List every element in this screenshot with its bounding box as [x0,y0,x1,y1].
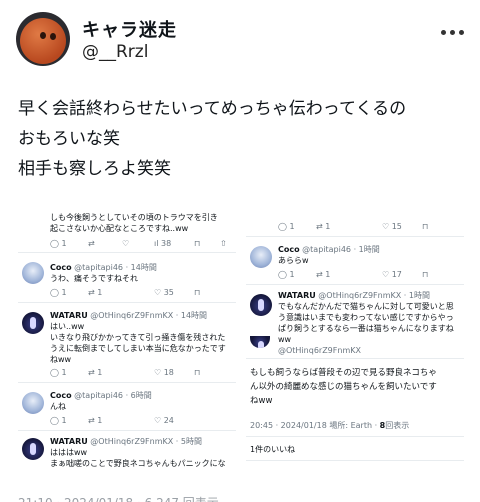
more-options-icon[interactable] [441,20,469,35]
reply-text: あららw [278,256,309,265]
retweet-icon: ⇄ [88,239,95,248]
bookmark-icon: ⊓ [194,368,201,377]
stats-icon: ıl [154,239,159,248]
tweet-header: Coco @tapitapi46 · 14時間 [50,263,157,272]
reply-text: ww [278,335,292,344]
like-icon: ♡ [382,270,390,279]
tweet-header: WATARU @OtHinq6rZ9FnmKX · 1時間 [278,291,430,300]
bookmark-icon: ⊓ [422,270,429,279]
like-icon: ♡ [154,288,162,297]
retweet-icon: ⇄ [316,270,323,279]
like-icon: ♡ [122,239,130,248]
view-count: ıl 38 [154,239,172,248]
retweet-icon: ⇄ [88,288,95,297]
bookmark-icon: ⊓ [194,239,201,248]
reply-count: ◯ 1 [50,239,67,248]
reply-text: はははww [50,448,88,457]
post-line: 相手も察しろよ笑笑 [18,159,171,179]
reply-text: いきなり飛びかかってきて引っ掻き傷を残された [50,333,226,342]
main-tweet-text: もしも飼うならば普段その辺で見る野良ネコちゃ [250,368,437,378]
reply-text: うえに転倒までしてしまい本当に危なかったです [50,344,226,353]
retweet-icon: ⇄ [88,368,95,377]
reply-text: 起こさないか心配なところですね..ww [50,224,189,233]
avatar[interactable] [22,438,44,460]
tweet-header: WATARU @OtHinq6rZ9FnmKX · 14時間 [50,311,208,320]
main-tweet-text: ん以外の綺麗めな感じの猫ちゃんを飼いたいです [250,382,437,392]
display-name[interactable]: キャラ迷走 [82,16,177,42]
reply-text: しも今後飼うとしていその頃のトラウマを引き [50,213,218,222]
tweet-header: WATARU @OtHinq6rZ9FnmKX · 5時間 [50,437,202,446]
reply-icon: ◯ [50,368,59,377]
reply-text: まぁ咄嗟のことで野良ネコちゃんもパニックにな [50,459,226,468]
reply-icon: ◯ [50,239,59,248]
share-icon: ⇧ [220,239,227,248]
reply-text: ぱり飼うとするなら一番は猫ちゃんになりますね [278,324,454,333]
avatar[interactable] [250,246,272,268]
reply-text: うわ、痛そうですねそれ [50,274,138,283]
avatar[interactable] [22,262,44,284]
reply-handle: @OtHinq6rZ9FnmKX [278,346,361,355]
tweet-meta: 20:45 · 2024/01/18 場所: Earth · 8回表示 [250,421,410,430]
like-icon: ♡ [154,416,162,425]
attached-screenshot-right[interactable]: ◯ 1 ⇄ 1 ♡ 15 ⊓ Coco @tapitapi46 · 1時間 あら… [246,206,464,484]
main-tweet-text: ねww [250,396,273,406]
reply-text: んね [50,402,66,411]
reply-icon: ◯ [50,288,59,297]
user-handle[interactable]: @__Rrzl [82,42,148,62]
post-text: 早く会話終わらせたいってめっちゃ伝わってくるの おもろいな笑 相手も察しろよ笑笑 [18,94,468,184]
avatar[interactable] [22,392,44,414]
reply-text: でもなんだかんだで猫ちゃんに対して可愛いと思 [278,302,454,311]
tweet-header: Coco @tapitapi46 · 6時間 [50,391,152,400]
bookmark-icon: ⊓ [194,288,201,297]
avatar-face [20,18,66,64]
reply-text: はい..ww [50,322,85,331]
tweet-footer: 21:10 · 2024/01/18 · 6,247 回表示 [0,486,480,502]
retweet-icon: ⇄ [88,416,95,425]
post-line: おもろいな笑 [18,129,120,149]
bookmark-icon: ⊓ [422,222,429,231]
reply-icon: ◯ [278,222,287,231]
avatar[interactable] [22,312,44,334]
reply-icon: ◯ [278,270,287,279]
like-icon: ♡ [154,368,162,377]
post-line: 早く会話終わらせたいってめっちゃ伝わってくるの [18,99,407,119]
attached-screenshot-left[interactable]: しも今後飼うとしていその頃のトラウマを引き 起こさないか心配なところですね..w… [18,206,236,484]
avatar[interactable] [250,294,272,316]
avatar[interactable] [250,336,270,348]
profile-avatar[interactable] [16,12,70,66]
reply-text: ねww [50,355,72,364]
retweet-icon: ⇄ [316,222,323,231]
tweet-header: Coco @tapitapi46 · 1時間 [278,245,380,254]
like-icon: ♡ [382,222,390,231]
reply-text: う意識はいまでも変わってない感じですからやっ [278,313,454,322]
likes-count[interactable]: 1件のいいね [250,444,295,455]
reply-icon: ◯ [50,416,59,425]
